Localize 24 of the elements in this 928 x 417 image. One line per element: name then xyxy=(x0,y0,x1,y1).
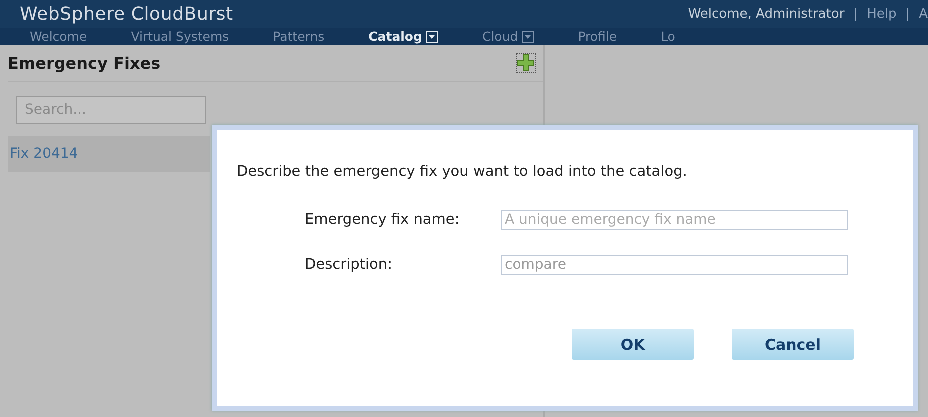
header-link[interactable]: A xyxy=(919,6,928,22)
app-title: WebSphere CloudBurst xyxy=(20,4,234,24)
search-field[interactable]: Search... xyxy=(16,96,206,124)
nav-tab[interactable]: Patterns xyxy=(273,29,325,44)
nav-tab[interactable]: Cloud xyxy=(482,29,534,44)
nav-tab[interactable]: Welcome xyxy=(30,29,88,44)
list-item[interactable]: Fix 20414 xyxy=(8,136,210,172)
input-field[interactable]: compare xyxy=(501,255,848,275)
cancel-button[interactable]: Cancel xyxy=(732,329,854,360)
separator: | xyxy=(906,6,910,22)
welcome-text: Welcome, Administrator xyxy=(688,6,845,22)
nav-tab[interactable]: Virtual Systems xyxy=(131,29,230,44)
input-field[interactable]: A unique emergency fix name xyxy=(501,210,848,230)
nav-tab[interactable]: Lo xyxy=(661,29,676,44)
field-label: Description: xyxy=(305,257,394,273)
add-icon[interactable] xyxy=(517,54,535,72)
panel-title: Emergency Fixes xyxy=(8,54,161,72)
header-link[interactable]: Help xyxy=(867,6,897,22)
field-label: Emergency fix name: xyxy=(305,212,461,228)
dialog-prompt: Describe the emergency fix you want to load into the catalog. xyxy=(237,164,688,180)
nav-tab[interactable]: Catalog xyxy=(368,29,438,44)
separator: | xyxy=(854,6,858,22)
ok-button[interactable]: OK xyxy=(572,329,694,360)
nav-tab[interactable]: Profile xyxy=(578,29,618,44)
